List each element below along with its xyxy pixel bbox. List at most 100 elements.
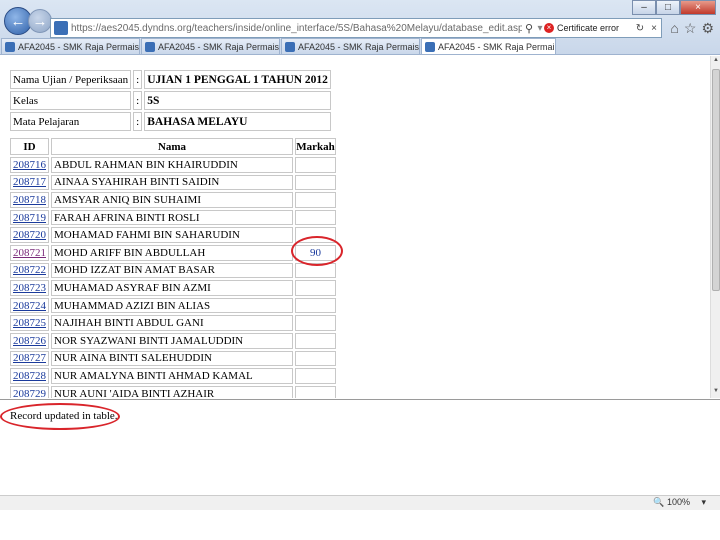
cell-id: 208727 <box>10 350 49 367</box>
minimize-button[interactable]: – <box>632 0 656 15</box>
tab-label: AFA2045 - SMK Raja Permai... <box>438 41 556 52</box>
student-id-link[interactable]: 208725 <box>13 317 46 329</box>
student-id-link[interactable]: 208727 <box>13 352 46 364</box>
student-id-link[interactable]: 208718 <box>13 194 46 206</box>
cell-markah[interactable] <box>295 385 336 398</box>
tab-favicon-icon <box>145 41 155 52</box>
cell-markah[interactable] <box>295 157 336 173</box>
table-row: 208728 NUR AMALYNA BINTI AHMAD KAMAL <box>10 368 336 384</box>
cell-id: 208722 <box>10 262 49 279</box>
browser-tab[interactable]: AFA2045 - SMK Raja Permaisur... <box>281 38 420 54</box>
zoom-value: 100% <box>666 497 690 507</box>
student-id-link[interactable]: 208723 <box>13 282 46 294</box>
cell-id: 208721 <box>10 244 49 261</box>
cell-markah[interactable] <box>295 174 336 191</box>
tab-label: AFA2045 - SMK Raja Permaisur... <box>18 41 140 52</box>
annotation-circle-mark <box>291 236 343 266</box>
cell-markah[interactable] <box>295 297 336 314</box>
cell-nama: NUR AUNI 'AIDA BINTI AZHAIR <box>51 385 293 398</box>
cell-markah[interactable] <box>295 368 336 384</box>
cell-markah[interactable] <box>295 280 336 296</box>
student-id-link[interactable]: 208717 <box>13 176 46 188</box>
cell-id: 208729 <box>10 385 49 398</box>
address-bar[interactable]: https://aes2045.dyndns.org/teachers/insi… <box>50 18 662 38</box>
tab-strip: AFA2045 - SMK Raja Permaisur... AFA2045 … <box>0 38 556 55</box>
table-row: 208721 MOHD ARIFF BIN ABDULLAH 90 <box>10 244 336 261</box>
home-icon[interactable]: ⌂ <box>670 20 678 37</box>
certificate-error-icon[interactable]: × <box>543 23 554 33</box>
table-row: 208718 AMSYAR ANIQ BIN SUHAIMI <box>10 192 336 208</box>
cell-id: 208719 <box>10 209 49 226</box>
student-id-link[interactable]: 208721 <box>13 247 46 259</box>
student-id-link[interactable]: 208728 <box>13 370 46 382</box>
table-row: 208717 AINAA SYAHIRAH BINTI SAIDIN <box>10 174 336 191</box>
cell-markah[interactable] <box>295 350 336 367</box>
table-row: 208726 NOR SYAZWANI BINTI JAMALUDDIN <box>10 332 336 349</box>
zoom-level[interactable]: 🔍 100% <box>653 497 690 508</box>
scroll-up-arrow-icon[interactable]: ▲ <box>712 57 720 66</box>
table-row: 208723 MUHAMAD ASYRAF BIN AZMI <box>10 280 336 296</box>
cell-nama: AMSYAR ANIQ BIN SUHAIMI <box>51 192 293 208</box>
scroll-thumb[interactable] <box>712 69 720 291</box>
back-arrow-icon: ← <box>10 12 26 30</box>
cell-markah[interactable] <box>295 209 336 226</box>
exam-label: Nama Ujian / Peperiksaan <box>10 70 132 89</box>
zoom-dropdown-icon[interactable]: ▾ <box>701 497 706 508</box>
tab-label: AFA2045 - SMK Raja Permaisur... <box>158 41 280 52</box>
subject-label: Mata Pelajaran <box>10 112 132 131</box>
cell-id: 208716 <box>10 157 49 173</box>
student-id-link[interactable]: 208726 <box>13 335 46 347</box>
table-row: 208722 MOHD IZZAT BIN AMAT BASAR <box>10 262 336 279</box>
cell-nama: NUR AINA BINTI SALEHUDDIN <box>51 350 293 367</box>
student-id-link[interactable]: 208719 <box>13 212 46 224</box>
student-id-link[interactable]: 208720 <box>13 229 46 241</box>
cell-id: 208725 <box>10 315 49 331</box>
cell-id: 208717 <box>10 174 49 191</box>
cell-nama: MOHD IZZAT BIN AMAT BASAR <box>51 262 293 279</box>
table-header-row: ID Nama Markah <box>10 138 336 155</box>
browser-tab-active[interactable]: AFA2045 - SMK Raja Permai... × <box>421 38 556 54</box>
browser-chrome: ← → https://aes2045.dyndns.org/teachers/… <box>0 0 720 55</box>
browser-status-bar: 🔍 100% ▾ <box>0 495 720 510</box>
header-markah: Markah <box>295 138 336 155</box>
cell-nama: MOHAMAD FAHMI BIN SAHARUDIN <box>51 227 293 243</box>
exam-info-table: Nama Ujian / Peperiksaan : UJIAN 1 PENGG… <box>8 68 333 133</box>
header-nama: Nama <box>51 138 293 155</box>
stop-icon[interactable]: × <box>647 23 661 34</box>
marks-table-body: 208716 ABDUL RAHMAN BIN KHAIRUDDIN 208717 A… <box>10 157 336 398</box>
student-id-link[interactable]: 208722 <box>13 264 46 276</box>
maximize-button[interactable]: □ <box>656 0 680 15</box>
cell-nama: NOR SYAZWANI BINTI JAMALUDDIN <box>51 332 293 349</box>
window-controls: – □ × <box>632 0 716 15</box>
forward-button[interactable]: → <box>28 9 52 33</box>
cell-id: 208726 <box>10 332 49 349</box>
vertical-scrollbar[interactable]: ▲ ▼ <box>710 56 720 398</box>
browser-tab[interactable]: AFA2045 - SMK Raja Permaisur... <box>141 38 280 54</box>
table-row: 208727 NUR AINA BINTI SALEHUDDIN <box>10 350 336 367</box>
cell-markah[interactable] <box>295 332 336 349</box>
search-icon[interactable]: ⚲ <box>522 22 536 35</box>
cell-nama: AINAA SYAHIRAH BINTI SAIDIN <box>51 174 293 191</box>
colon: : <box>133 91 143 110</box>
settings-gear-icon[interactable]: ⚙ <box>701 20 714 37</box>
cell-nama: NUR AMALYNA BINTI AHMAD KAMAL <box>51 368 293 384</box>
cell-markah[interactable] <box>295 192 336 208</box>
close-button[interactable]: × <box>680 0 716 15</box>
cell-markah[interactable] <box>295 315 336 331</box>
student-id-link[interactable]: 208729 <box>13 388 46 398</box>
cell-id: 208720 <box>10 227 49 243</box>
student-id-link[interactable]: 208716 <box>13 159 46 171</box>
class-label: Kelas <box>10 91 132 110</box>
dropdown-icon[interactable]: ▾ <box>536 23 544 34</box>
student-id-link[interactable]: 208724 <box>13 300 46 312</box>
address-url[interactable]: https://aes2045.dyndns.org/teachers/insi… <box>71 23 522 34</box>
favorites-star-icon[interactable]: ☆ <box>684 20 697 37</box>
refresh-icon[interactable]: ↻ <box>633 23 647 34</box>
cell-nama: MUHAMAD ASYRAF BIN AZMI <box>51 280 293 296</box>
certificate-error-label[interactable]: Certificate error <box>557 23 619 33</box>
colon: : <box>133 112 143 131</box>
annotation-circle-status <box>0 403 120 430</box>
browser-tab[interactable]: AFA2045 - SMK Raja Permaisur... <box>1 38 140 54</box>
scroll-down-arrow-icon[interactable]: ▼ <box>712 388 720 397</box>
tab-favicon-icon <box>5 41 15 52</box>
